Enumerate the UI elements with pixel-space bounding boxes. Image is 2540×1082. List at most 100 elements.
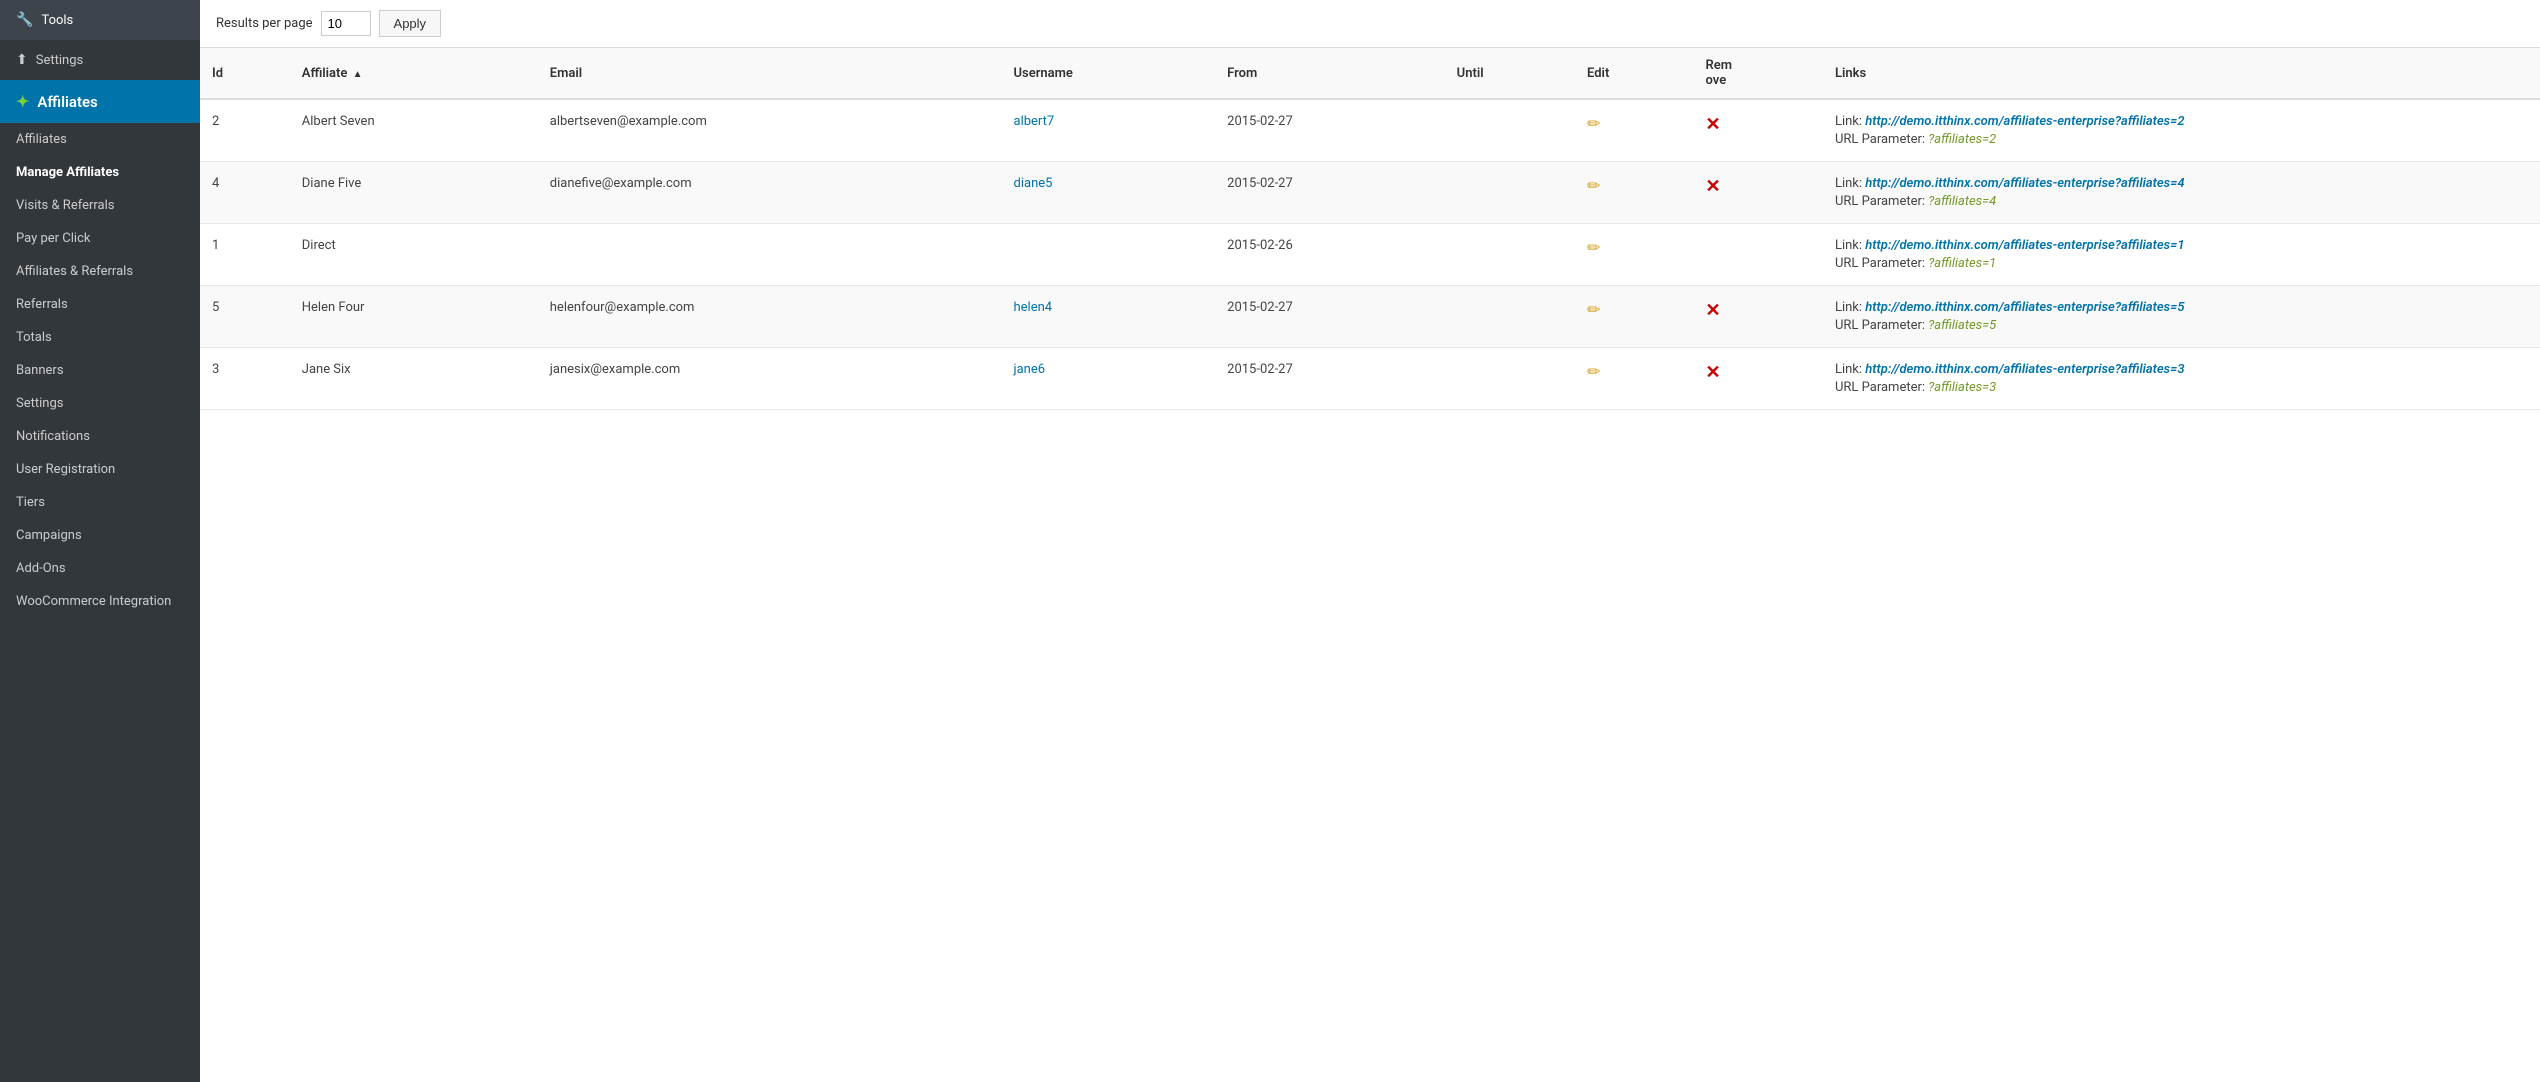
url-param-value: ?affiliates=2: [1928, 132, 1996, 147]
username-link[interactable]: albert7: [1014, 114, 1055, 129]
sidebar: 🔧 Tools ⬆ Settings ✦ Affiliates Affiliat…: [0, 0, 200, 1082]
cell-edit: ✏: [1575, 99, 1694, 162]
col-until: Until: [1445, 48, 1575, 99]
edit-icon[interactable]: ✏: [1587, 238, 1600, 257]
url-param-value: ?affiliates=1: [1928, 256, 1996, 271]
cell-until: [1445, 348, 1575, 410]
cell-links: Link: http://demo.itthinx.com/affiliates…: [1823, 162, 2540, 224]
link-label: Link:: [1835, 176, 1865, 191]
table-row: 3Jane Sixjanesix@example.comjane62015-02…: [200, 348, 2540, 410]
sidebar-item-add-ons[interactable]: Add-Ons: [0, 552, 200, 585]
cell-id: 5: [200, 286, 290, 348]
cell-from: 2015-02-27: [1215, 348, 1445, 410]
url-param-value: ?affiliates=5: [1928, 318, 1996, 333]
cell-remove: ✕: [1694, 99, 1823, 162]
cell-links: Link: http://demo.itthinx.com/affiliates…: [1823, 286, 2540, 348]
col-id: Id: [200, 48, 290, 99]
sidebar-item-affiliates[interactable]: Affiliates: [0, 123, 200, 156]
sidebar-item-settings-top[interactable]: ⬆ Settings: [0, 40, 200, 80]
cell-email: albertseven@example.com: [538, 99, 1002, 162]
sidebar-settings-top-label: Settings: [36, 53, 83, 68]
sidebar-item-manage-affiliates[interactable]: Manage Affiliates: [0, 156, 200, 189]
cell-edit: ✏: [1575, 162, 1694, 224]
results-per-page-input[interactable]: [321, 11, 371, 36]
affiliate-link[interactable]: http://demo.itthinx.com/affiliates-enter…: [1865, 362, 2184, 377]
link-label: Link:: [1835, 362, 1865, 377]
remove-icon[interactable]: ✕: [1706, 300, 1721, 321]
sidebar-item-tools[interactable]: 🔧 Tools: [0, 0, 200, 40]
link-label: Link:: [1835, 238, 1865, 253]
cell-edit: ✏: [1575, 286, 1694, 348]
cell-from: 2015-02-27: [1215, 286, 1445, 348]
cell-email: helenfour@example.com: [538, 286, 1002, 348]
cell-affiliate: Albert Seven: [290, 99, 538, 162]
affiliate-link[interactable]: http://demo.itthinx.com/affiliates-enter…: [1865, 300, 2184, 315]
edit-icon[interactable]: ✏: [1587, 362, 1600, 381]
cell-username: diane5: [1002, 162, 1216, 224]
cell-affiliate: Jane Six: [290, 348, 538, 410]
cell-remove: ✕: [1694, 348, 1823, 410]
url-param-line: URL Parameter: ?affiliates=4: [1835, 194, 2528, 209]
apply-button[interactable]: Apply: [379, 10, 442, 37]
url-param-line: URL Parameter: ?affiliates=5: [1835, 318, 2528, 333]
edit-icon[interactable]: ✏: [1587, 114, 1600, 133]
link-line: Link: http://demo.itthinx.com/affiliates…: [1835, 176, 2528, 191]
col-affiliate[interactable]: Affiliate ▲: [290, 48, 538, 99]
settings-top-icon: ⬆: [16, 52, 28, 68]
sidebar-item-notifications[interactable]: Notifications: [0, 420, 200, 453]
remove-icon[interactable]: ✕: [1706, 114, 1721, 135]
cell-id: 3: [200, 348, 290, 410]
affiliate-link[interactable]: http://demo.itthinx.com/affiliates-enter…: [1865, 114, 2184, 129]
link-label: Link:: [1835, 300, 1865, 315]
cell-email: dianefive@example.com: [538, 162, 1002, 224]
sidebar-item-totals[interactable]: Totals: [0, 321, 200, 354]
sidebar-item-pay-per-click[interactable]: Pay per Click: [0, 222, 200, 255]
col-username: Username: [1002, 48, 1216, 99]
edit-icon[interactable]: ✏: [1587, 300, 1600, 319]
cell-from: 2015-02-26: [1215, 224, 1445, 286]
sidebar-item-banners[interactable]: Banners: [0, 354, 200, 387]
username-link[interactable]: helen4: [1014, 300, 1053, 315]
remove-icon[interactable]: ✕: [1706, 362, 1721, 383]
sidebar-item-campaigns[interactable]: Campaigns: [0, 519, 200, 552]
cell-affiliate: Direct: [290, 224, 538, 286]
col-links: Links: [1823, 48, 2540, 99]
sidebar-active-section[interactable]: ✦ Affiliates: [0, 80, 200, 123]
cell-id: 4: [200, 162, 290, 224]
cell-username: [1002, 224, 1216, 286]
col-from: From: [1215, 48, 1445, 99]
table-header-row: Id Affiliate ▲ Email Username From Until…: [200, 48, 2540, 99]
affiliates-table: Id Affiliate ▲ Email Username From Until…: [200, 48, 2540, 410]
cell-id: 2: [200, 99, 290, 162]
affiliate-link[interactable]: http://demo.itthinx.com/affiliates-enter…: [1865, 238, 2184, 253]
cell-affiliate: Diane Five: [290, 162, 538, 224]
col-edit: Edit: [1575, 48, 1694, 99]
sidebar-item-referrals[interactable]: Referrals: [0, 288, 200, 321]
sidebar-item-woocommerce-integration[interactable]: WooCommerce Integration: [0, 585, 200, 618]
url-param-line: URL Parameter: ?affiliates=3: [1835, 380, 2528, 395]
sidebar-item-tiers[interactable]: Tiers: [0, 486, 200, 519]
edit-icon[interactable]: ✏: [1587, 176, 1600, 195]
sort-arrow-affiliate: ▲: [353, 69, 363, 80]
link-line: Link: http://demo.itthinx.com/affiliates…: [1835, 362, 2528, 377]
url-param-value: ?affiliates=4: [1928, 194, 1996, 209]
table-row: 2Albert Sevenalbertseven@example.com albe…: [200, 99, 2540, 162]
cell-until: [1445, 286, 1575, 348]
cell-edit: ✏: [1575, 224, 1694, 286]
col-email: Email: [538, 48, 1002, 99]
url-param-line: URL Parameter: ?affiliates=2: [1835, 132, 2528, 147]
sidebar-item-user-registration[interactable]: User Registration: [0, 453, 200, 486]
results-per-page-label: Results per page: [216, 16, 313, 31]
cell-remove: ✕: [1694, 286, 1823, 348]
cell-remove: ✕: [1694, 162, 1823, 224]
username-link[interactable]: jane6: [1014, 362, 1046, 377]
sidebar-item-settings[interactable]: Settings: [0, 387, 200, 420]
username-link[interactable]: diane5: [1014, 176, 1053, 191]
cell-username: helen4: [1002, 286, 1216, 348]
remove-icon[interactable]: ✕: [1706, 176, 1721, 197]
sidebar-item-visits-referrals[interactable]: Visits & Referrals: [0, 189, 200, 222]
cell-from: 2015-02-27: [1215, 162, 1445, 224]
sidebar-item-affiliates-referrals[interactable]: Affiliates & Referrals: [0, 255, 200, 288]
affiliate-link[interactable]: http://demo.itthinx.com/affiliates-enter…: [1865, 176, 2184, 191]
link-line: Link: http://demo.itthinx.com/affiliates…: [1835, 238, 2528, 253]
